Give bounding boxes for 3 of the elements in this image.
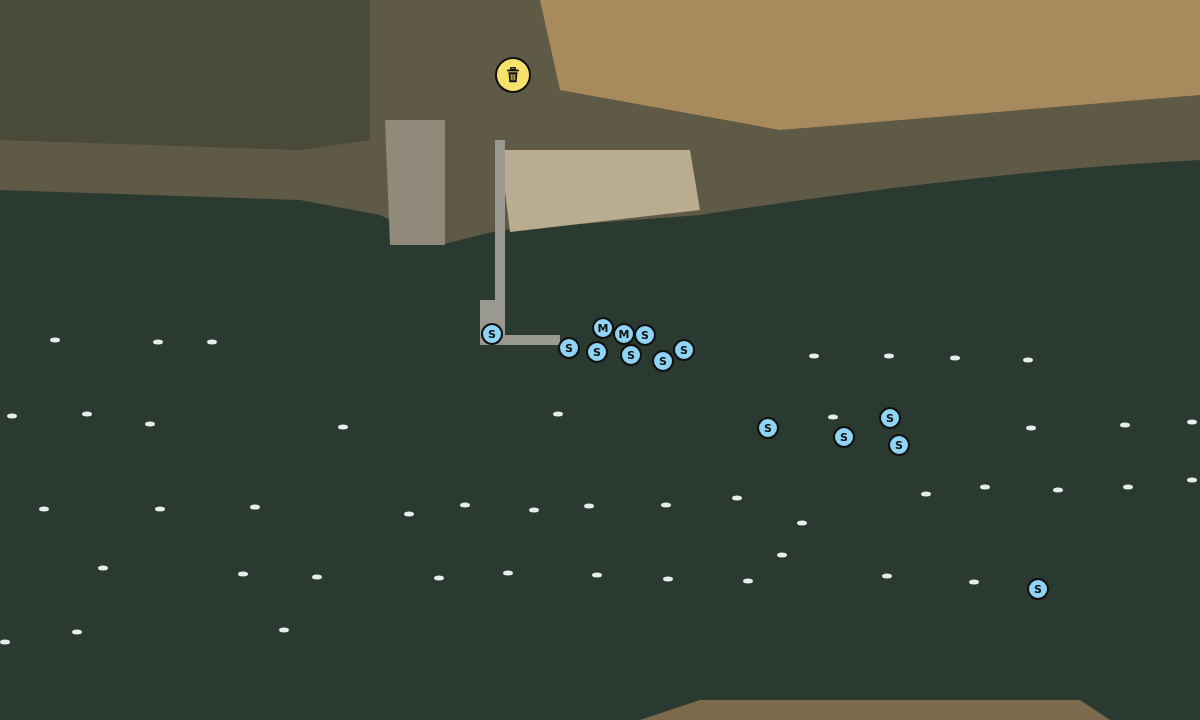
mooring-marker[interactable]: S [620,344,642,366]
trash-icon [504,66,522,84]
map-view[interactable]: S S M S M S S S S S S S S S [0,0,1200,720]
